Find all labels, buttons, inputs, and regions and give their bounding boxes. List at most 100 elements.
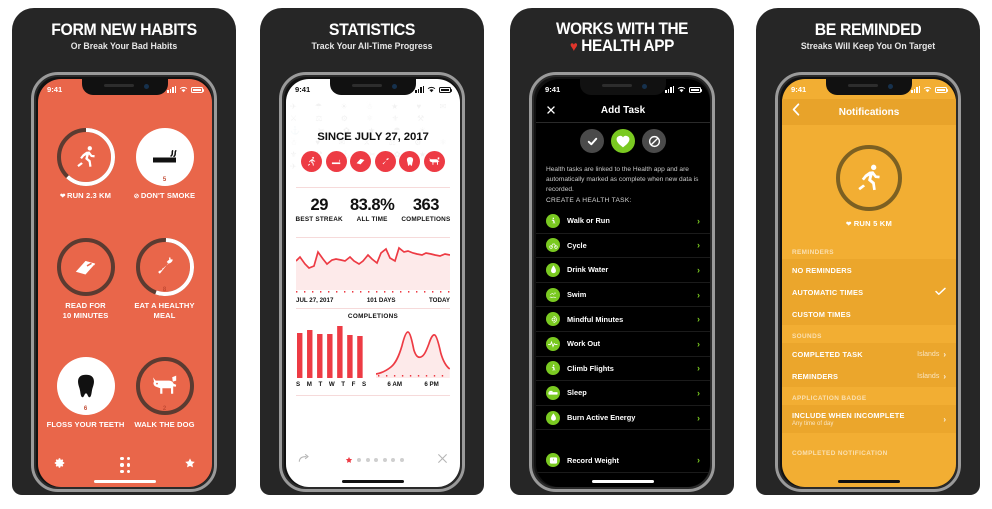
day-label: M — [306, 381, 312, 388]
setting-label: COMPLETED TASK — [792, 349, 863, 359]
panel-2-caption: STATISTICS Track Your All-Time Progress — [260, 8, 484, 52]
stat-completions: 363 COMPLETIONS — [401, 196, 450, 223]
time-of-day-chart: 6 AM 6 PM — [376, 326, 451, 388]
check-icon[interactable] — [580, 129, 604, 153]
home-indicator-4 — [838, 479, 900, 483]
habit-ring-smoke[interactable]: 5 — [134, 126, 196, 188]
habit-tile-dog[interactable]: 2 WALK THE DOG — [125, 335, 204, 449]
list-spacer — [536, 430, 710, 449]
setting-row-completed-task[interactable]: COMPLETED TASK Islands › — [782, 343, 956, 365]
habit-tile-eat[interactable]: 8 EAT A HEALTHY MEAL — [125, 221, 204, 335]
health-task-label: Burn Active Energy — [567, 413, 636, 423]
cellular-icon-4 — [911, 86, 920, 93]
gear-icon[interactable] — [54, 456, 66, 474]
panel-be-reminded: BE REMINDED Streaks Will Keep You On Tar… — [744, 0, 992, 509]
time-label: 6 PM — [424, 381, 439, 388]
health-task-row[interactable]: Record Weight › — [536, 448, 710, 473]
heart-marker-icon: ❤ — [845, 220, 852, 228]
health-task-row[interactable]: Burn Active Energy › — [536, 406, 710, 431]
close-icon[interactable] — [546, 102, 556, 120]
phone-frame-3: 9:41 Add Task Health tasks are linked to… — [529, 72, 715, 492]
grid-icon[interactable] — [120, 456, 130, 474]
stat-all-time: 83.8% ALL TIME — [350, 196, 395, 223]
setting-row-no-reminders[interactable]: NO REMINDERS — [782, 259, 956, 281]
health-task-row[interactable]: Drink Water › — [536, 258, 710, 283]
health-task-row[interactable]: Climb Flights › — [536, 357, 710, 382]
stat-label: COMPLETIONS — [401, 216, 451, 223]
time-labels: 6 AM 6 PM — [376, 381, 450, 388]
health-task-row[interactable]: Walk or Run › — [536, 209, 710, 234]
chevron-right-icon: › — [697, 338, 700, 349]
stairs-icon — [546, 361, 560, 376]
tooth-icon[interactable] — [399, 151, 421, 172]
share-icon[interactable] — [298, 451, 311, 469]
close-icon[interactable] — [437, 451, 448, 469]
chevron-right-icon: › — [697, 264, 700, 275]
cellular-icon-2 — [415, 86, 424, 93]
chevron-right-icon: › — [697, 289, 700, 300]
book-icon[interactable] — [350, 151, 372, 172]
status-time-2: 9:41 — [295, 85, 311, 94]
notch-1 — [82, 79, 168, 95]
runner-icon[interactable] — [301, 151, 323, 172]
health-task-row[interactable]: Sleep › — [536, 381, 710, 406]
habit-tile-run[interactable]: ❤ RUN 2.3 KM — [46, 107, 125, 221]
habit-label-read: READ FOR 10 MINUTES — [62, 301, 109, 320]
stat-label: BEST STREAK — [295, 216, 343, 223]
star-icon[interactable] — [184, 456, 196, 474]
divider-3 — [296, 308, 450, 309]
back-chevron-icon[interactable] — [792, 103, 800, 121]
ban-icon[interactable] — [642, 129, 666, 153]
chevron-right-icon: › — [697, 240, 700, 251]
chevron-right-icon: › — [943, 414, 946, 424]
panel-3-background: WORKS WITH THE ♥ HEALTH APP 9:41 Add Tas… — [510, 8, 734, 495]
heart-icon[interactable] — [611, 129, 635, 153]
stat-value: 363 — [412, 196, 440, 214]
bed-icon — [546, 385, 560, 400]
page-indicator[interactable] — [345, 456, 404, 464]
habit-tile-smoke[interactable]: 5 ⊘ DON'T SMOKE — [125, 107, 204, 221]
panel-2-subtitle: Track Your All-Time Progress — [311, 41, 433, 52]
time-label: 6 AM — [387, 381, 402, 388]
panel-3-caption: WORKS WITH THE ♥ HEALTH APP — [510, 8, 734, 55]
setting-row-include-when-incomplete[interactable]: INCLUDE WHEN INCOMPLETE Any time of day … — [782, 405, 956, 433]
water-drop-icon — [546, 262, 560, 277]
habit-tile-read[interactable]: READ FOR 10 MINUTES — [46, 221, 125, 335]
chevron-right-icon: › — [697, 363, 700, 374]
habit-ring-eat[interactable]: 8 — [134, 236, 196, 298]
health-task-label: Cycle — [567, 240, 587, 250]
runner-icon — [55, 126, 117, 188]
wifi-icon-2 — [427, 86, 436, 93]
setting-row-custom-times[interactable]: CUSTOM TIMES — [782, 303, 956, 325]
battery-icon-3 — [689, 86, 703, 93]
home-indicator-1 — [94, 479, 156, 483]
habit-ring-dog[interactable]: 2 — [134, 355, 196, 417]
completions-charts: S M T W T F S 6 AM 6 PM — [296, 326, 451, 388]
habit-label-run: ❤ RUN 2.3 KM — [59, 191, 112, 201]
habit-ring-floss[interactable]: 6 — [55, 355, 117, 417]
battery-icon-4 — [935, 86, 949, 93]
carrot-icon[interactable] — [374, 151, 396, 172]
setting-row-reminders-sound[interactable]: REMINDERS Islands › — [782, 365, 956, 387]
habit-ring-read[interactable] — [55, 236, 117, 298]
cigarette-icon[interactable] — [325, 151, 347, 172]
health-task-row[interactable]: Cycle › — [536, 234, 710, 259]
runner-icon — [834, 143, 904, 213]
health-task-row[interactable]: Mindful Minutes › — [536, 307, 710, 332]
home-indicator-2 — [342, 479, 404, 483]
habit-tile-floss[interactable]: 6 FLOSS YOUR TEETH — [46, 335, 125, 449]
setting-sublabel: Any time of day — [792, 421, 834, 427]
heartbeat-icon — [546, 336, 560, 351]
setting-row-automatic-times[interactable]: AUTOMATIC TIMES — [782, 281, 956, 303]
health-task-label: Sleep — [567, 388, 587, 398]
health-task-row[interactable]: Work Out › — [536, 332, 710, 357]
hero-ring[interactable] — [834, 143, 904, 213]
habit-ring-run[interactable] — [55, 126, 117, 188]
dog-icon[interactable] — [423, 151, 445, 172]
panel-1-subtitle: Or Break Your Bad Habits — [70, 41, 178, 52]
health-task-row[interactable]: Swim › — [536, 283, 710, 308]
stats-summary: 29 BEST STREAK 83.8% ALL TIME 363 COMPLE… — [292, 196, 454, 223]
chevron-right-icon: › — [697, 455, 700, 466]
swim-icon — [546, 287, 560, 302]
since-label: SINCE JULY 27, 2017 — [317, 131, 429, 143]
